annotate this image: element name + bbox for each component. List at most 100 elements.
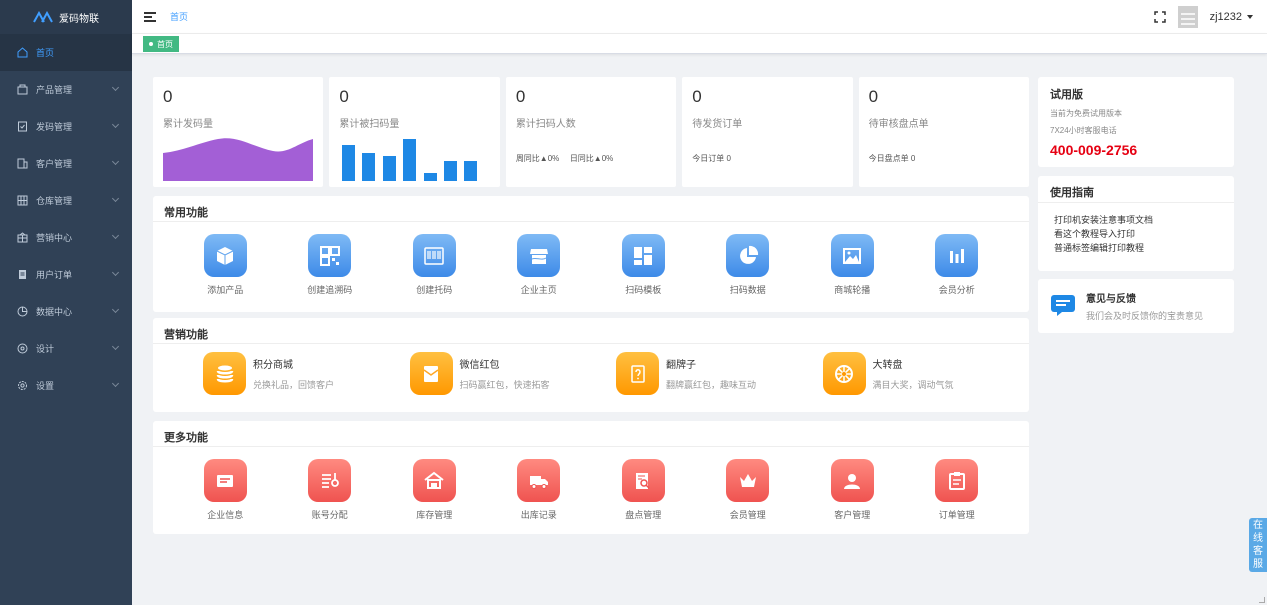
pie-chart-icon: [726, 234, 770, 277]
feature-title: 翻牌子: [666, 360, 696, 371]
sidebar-item-products[interactable]: 产品管理: [0, 71, 132, 108]
sidebar-item-settings[interactable]: 设置: [0, 367, 132, 404]
sidebar-item-customers[interactable]: 客户管理: [0, 145, 132, 182]
chevron-down-icon: [111, 379, 120, 388]
sidebar-item-data[interactable]: 数据中心: [0, 293, 132, 330]
sidebar-item-design[interactable]: 设计: [0, 330, 132, 367]
flip-card-button[interactable]: 翻牌子 翻牌赢红包，趣味互动: [616, 352, 823, 395]
avatar[interactable]: [1177, 6, 1198, 28]
settings-icon: [16, 380, 28, 392]
create-pallet-code-button[interactable]: 创建托码: [382, 234, 487, 296]
service-hours: 7X24小时客服电话: [1050, 126, 1117, 135]
stat-card-pending-inventory: 0 待审核盘点单 今日盘点单 0: [858, 77, 1030, 187]
member-analysis-button[interactable]: 会员分析: [905, 234, 1010, 296]
user-icon: [830, 459, 874, 502]
menu-toggle-icon[interactable]: [144, 11, 156, 22]
truck-icon: [517, 459, 561, 502]
logo-icon: [33, 11, 53, 23]
wechat-redpacket-button[interactable]: 微信红包 扫码赢红包，快速拓客: [409, 352, 617, 395]
brand-logo[interactable]: 爱码物联: [0, 0, 132, 34]
mall-carousel-button[interactable]: 商城轮播: [800, 234, 905, 296]
service-char: 线: [1253, 533, 1263, 544]
sidebar-item-codes[interactable]: 发码管理: [0, 108, 132, 145]
scan-template-button[interactable]: 扫码模板: [591, 234, 696, 296]
company-info-button[interactable]: 企业信息: [173, 459, 278, 521]
sidebar-item-label: 发码管理: [36, 122, 73, 132]
sidebar-item-label: 仓库管理: [36, 196, 73, 206]
stat-label: 累计被扫码量: [339, 119, 400, 130]
points-mall-button[interactable]: 积分商城 兑换礼品，回馈客户: [203, 352, 410, 395]
service-char: 在: [1253, 520, 1263, 531]
doc-search-icon: [621, 459, 665, 502]
assign-icon: [308, 459, 352, 502]
cube-icon: [203, 234, 247, 277]
feedback-card[interactable]: 意见与反馈 我们会及时反馈你的宝贵意见: [1038, 279, 1234, 333]
function-label: 会员管理: [729, 510, 766, 520]
chevron-down-icon: [111, 268, 120, 277]
order-icon: [16, 269, 28, 281]
warehouse-roof-icon: [412, 459, 456, 502]
sidebar-item-label: 首页: [36, 48, 55, 58]
function-label: 创建托码: [416, 285, 453, 295]
caret-down-icon: [1247, 15, 1253, 19]
inventory-button[interactable]: 库存管理: [382, 459, 487, 521]
lucky-wheel-button[interactable]: 大转盘 满目大奖，调动气氛: [822, 352, 1030, 395]
guide-link[interactable]: 打印机安装注意事项文档: [1054, 213, 1218, 227]
stat-card-issued: 0 累计发码量: [153, 77, 324, 187]
dot-icon: [149, 42, 153, 46]
sidebar-item-label: 产品管理: [36, 85, 73, 95]
guide-link[interactable]: 看这个教程导入打印: [1054, 227, 1218, 241]
day-compare: 日同比▲0%: [569, 154, 614, 163]
feature-title: 积分商城: [253, 360, 293, 371]
guide-link[interactable]: 普通标签编辑打印教程: [1054, 241, 1218, 255]
wave-sparkline: [163, 138, 313, 181]
stat-label: 待发货订单: [692, 119, 743, 130]
user-menu[interactable]: zj1232: [1210, 11, 1253, 23]
function-label: 客户管理: [834, 510, 871, 520]
service-char: 客: [1253, 546, 1263, 557]
function-label: 企业信息: [207, 510, 244, 520]
bar-sparkline: [342, 139, 478, 181]
sidebar-item-orders[interactable]: 用户订单: [0, 256, 132, 293]
sidebar-item-home[interactable]: 首页: [0, 34, 132, 71]
member-management-button[interactable]: 会员管理: [696, 459, 801, 521]
chart-icon: [16, 306, 28, 318]
fullscreen-icon[interactable]: [1153, 11, 1166, 23]
function-label: 盘点管理: [625, 510, 662, 520]
home-icon: [16, 47, 28, 59]
guide-card: 使用指南 打印机安装注意事项文档 看这个教程导入打印 普通标签编辑打印教程: [1038, 176, 1234, 271]
stat-label: 待审核盘点单: [868, 119, 929, 130]
chevron-down-icon: [111, 305, 120, 314]
sidebar-item-marketing[interactable]: 营销中心: [0, 219, 132, 256]
function-label: 扫码模板: [625, 285, 662, 295]
stocktake-button[interactable]: 盘点管理: [591, 459, 696, 521]
stat-label: 累计扫码人数: [515, 119, 576, 130]
breadcrumb[interactable]: 首页: [170, 10, 188, 23]
add-product-button[interactable]: 添加产品: [173, 234, 278, 296]
trial-card: 试用版 当前为免费试用版本 7X24小时客服电话 400-009-2756: [1038, 77, 1234, 167]
outbound-records-button[interactable]: 出库记录: [487, 459, 592, 521]
company-homepage-button[interactable]: 企业主页: [487, 234, 592, 296]
tag-home[interactable]: 首页: [143, 36, 179, 52]
sidebar-item-label: 营销中心: [36, 233, 73, 243]
function-label: 商城轮播: [834, 285, 871, 295]
panel-title: 营销功能: [153, 318, 1029, 344]
service-phone: 400-009-2756: [1050, 142, 1138, 158]
stats-row: 0 累计发码量 0 累计被扫码量 0 累计扫码人数 周同比▲0% 日同比▲0% …: [153, 77, 1030, 187]
account-assign-button[interactable]: 账号分配: [278, 459, 383, 521]
stat-value: 0: [339, 87, 349, 106]
chevron-down-icon: [111, 231, 120, 240]
marketing-icon: [16, 232, 28, 244]
feedback-desc: 我们会及时反馈你的宝贵意见: [1086, 311, 1204, 321]
order-management-button[interactable]: 订单管理: [905, 459, 1010, 521]
create-trace-code-button[interactable]: 创建追溯码: [278, 234, 383, 296]
stat-value: 0: [692, 87, 702, 106]
scan-data-button[interactable]: 扫码数据: [696, 234, 801, 296]
sidebar-item-label: 设计: [36, 344, 55, 354]
more-functions-panel: 更多功能 企业信息 账号分配 库存管理 出库记录 盘点管理 会员管理 客户管理 …: [153, 421, 1029, 534]
sidebar-item-warehouse[interactable]: 仓库管理: [0, 182, 132, 219]
customer-management-button[interactable]: 客户管理: [800, 459, 905, 521]
stat-label: 累计发码量: [163, 119, 213, 130]
online-service-button[interactable]: 在 线 客 服: [1249, 518, 1267, 572]
chevron-down-icon: [111, 342, 120, 351]
